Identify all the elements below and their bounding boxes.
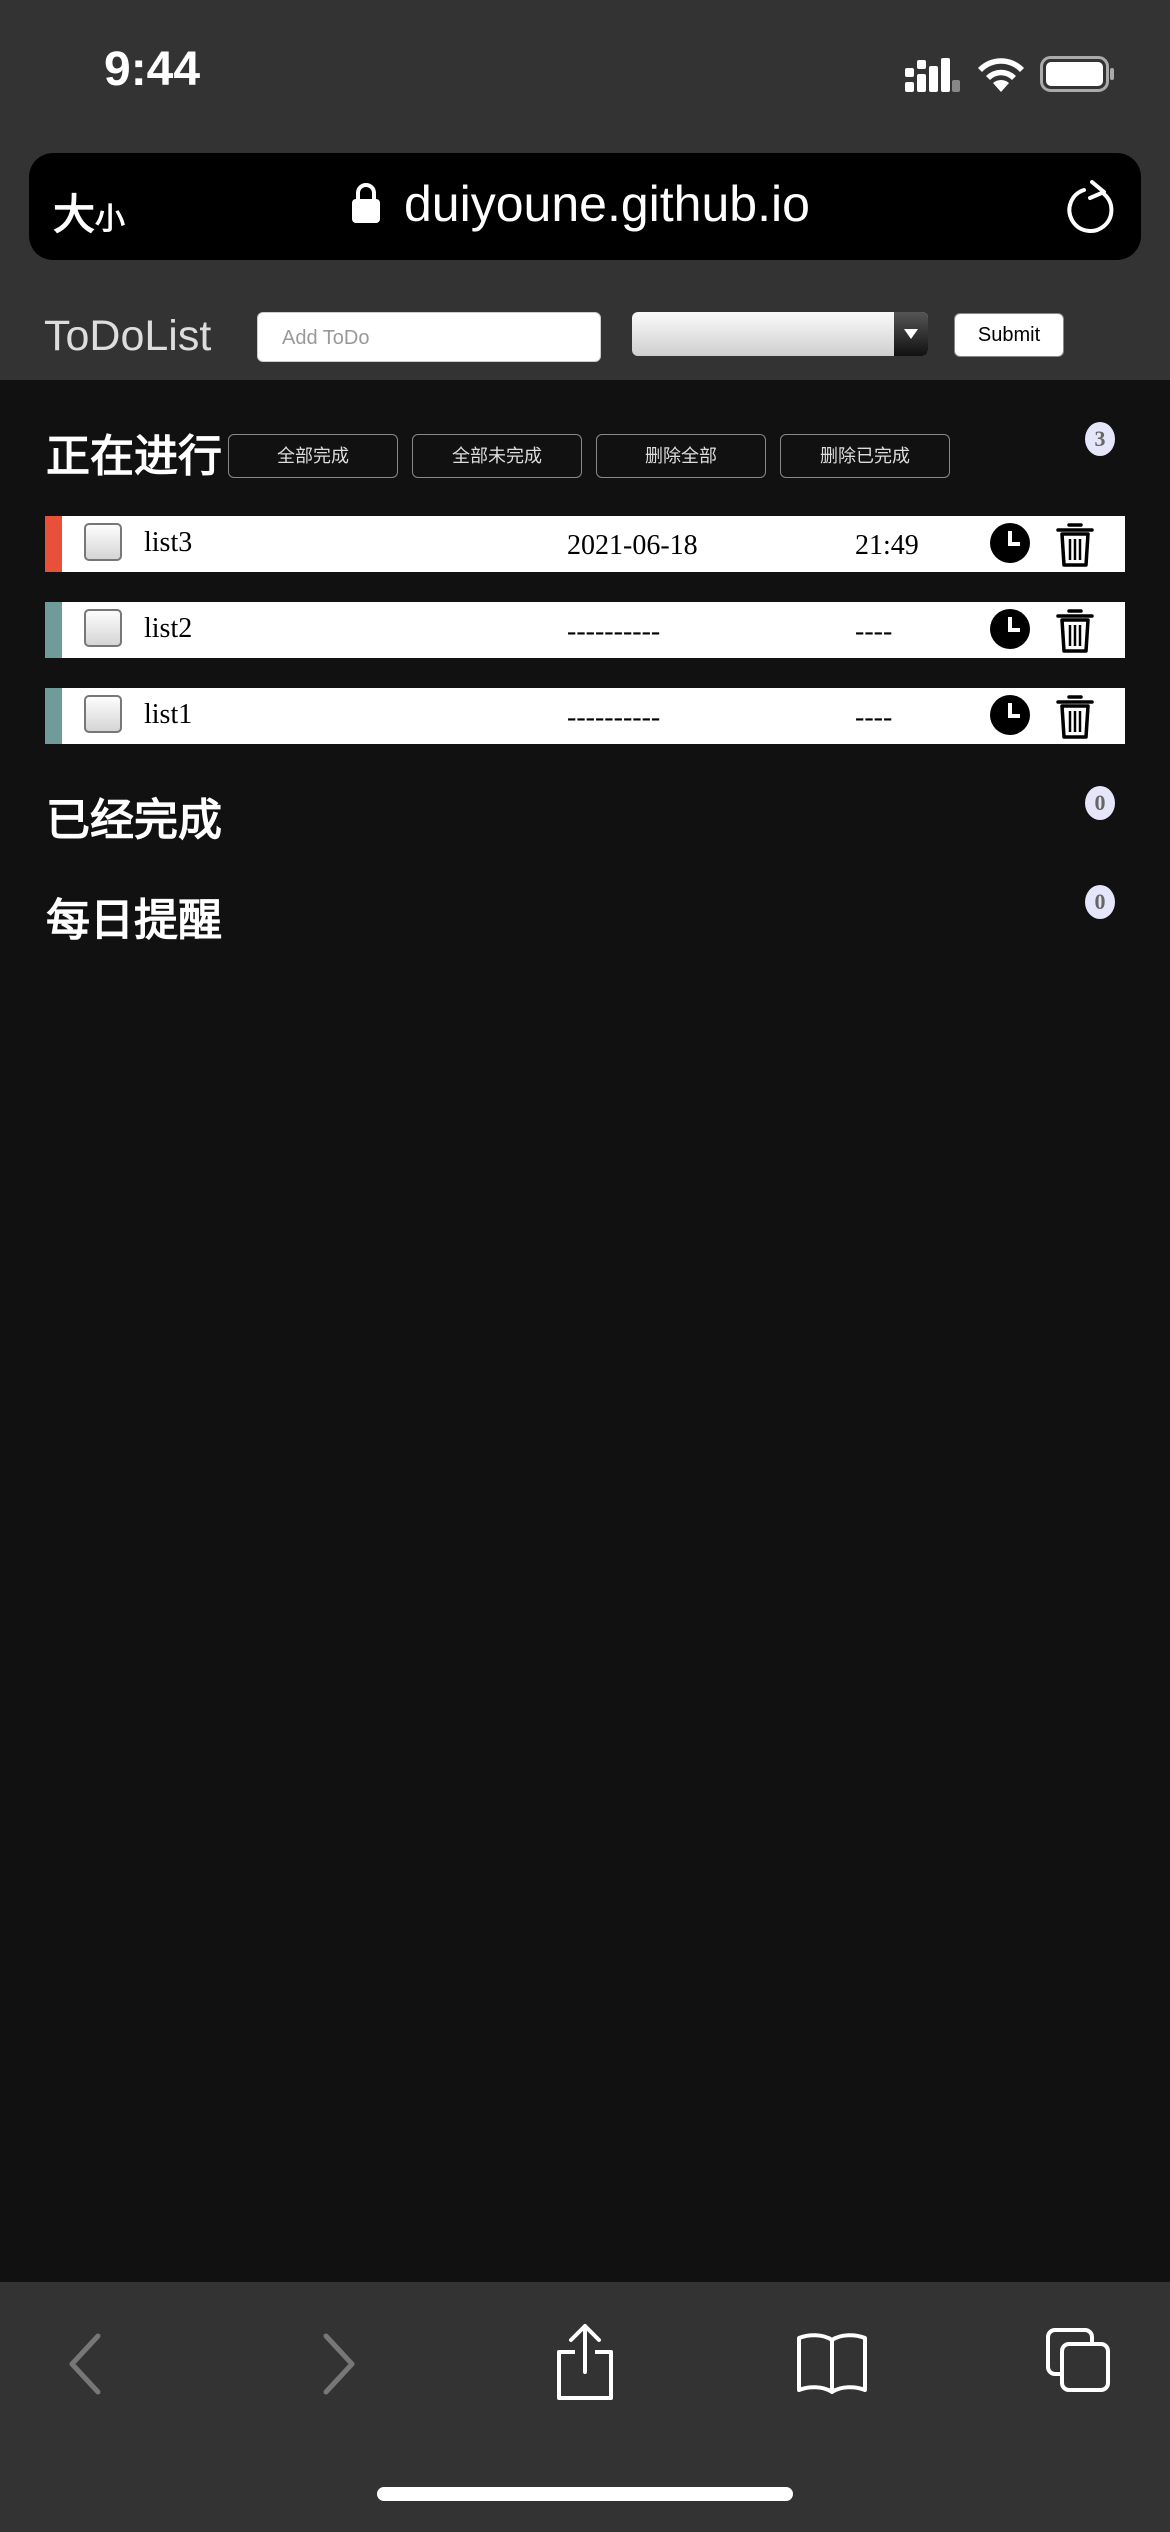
todo-row: list3 2021-06-18 21:49 bbox=[45, 516, 1125, 572]
text-size-large-glyph: 大 bbox=[53, 190, 96, 239]
trash-icon[interactable] bbox=[1055, 692, 1095, 740]
clock-icon[interactable] bbox=[989, 608, 1031, 650]
todo-date: ---------- bbox=[567, 702, 661, 733]
clock-icon[interactable] bbox=[989, 522, 1031, 564]
lock-icon bbox=[352, 183, 380, 223]
cellular-signal-icon bbox=[905, 58, 960, 92]
completed-title: 已经完成 bbox=[46, 795, 222, 846]
priority-stripe bbox=[45, 688, 62, 744]
status-time: 9:44 bbox=[104, 43, 201, 96]
in-progress-title: 正在进行 bbox=[46, 431, 222, 482]
text-size-small-glyph: 小 bbox=[95, 202, 126, 237]
share-icon[interactable] bbox=[553, 2322, 617, 2402]
todo-checkbox[interactable] bbox=[84, 609, 122, 647]
battery-icon bbox=[1040, 56, 1114, 92]
app-header: ToDoList Add ToDo Submit bbox=[0, 290, 1170, 380]
url-text[interactable]: duiyoune.github.io bbox=[404, 175, 810, 233]
tabs-icon[interactable] bbox=[1044, 2326, 1112, 2394]
delete-completed-button[interactable]: 删除已完成 bbox=[780, 434, 950, 478]
text-size-button[interactable]: 大小 bbox=[53, 181, 125, 242]
trash-icon[interactable] bbox=[1055, 606, 1095, 654]
add-todo-input[interactable]: Add ToDo bbox=[257, 312, 601, 362]
app-title: ToDoList bbox=[44, 312, 212, 360]
priority-stripe bbox=[45, 516, 62, 572]
daily-reminder-title: 每日提醒 bbox=[46, 895, 222, 946]
todo-checkbox[interactable] bbox=[84, 695, 122, 733]
priority-stripe bbox=[45, 602, 62, 658]
todo-time: ---- bbox=[855, 702, 893, 733]
status-bar: 9:44 bbox=[0, 0, 1170, 150]
todo-date: 2021-06-18 bbox=[567, 530, 698, 561]
back-icon[interactable] bbox=[66, 2332, 106, 2396]
submit-button[interactable]: Submit bbox=[954, 313, 1064, 357]
todo-row: list2 ---------- ---- bbox=[45, 602, 1125, 658]
daily-count-badge: 0 bbox=[1085, 885, 1115, 919]
todo-row: list1 ---------- ---- bbox=[45, 688, 1125, 744]
reminder-select[interactable] bbox=[632, 312, 928, 356]
reload-icon[interactable] bbox=[1064, 178, 1118, 236]
bookmarks-icon[interactable] bbox=[795, 2330, 869, 2394]
wifi-icon bbox=[978, 58, 1024, 92]
todo-time: 21:49 bbox=[855, 530, 919, 561]
completed-count-badge: 0 bbox=[1085, 786, 1115, 820]
forward-icon[interactable] bbox=[318, 2332, 358, 2396]
todo-time: ---- bbox=[855, 616, 893, 647]
todo-name[interactable]: list3 bbox=[144, 527, 192, 559]
delete-all-button[interactable]: 删除全部 bbox=[596, 434, 766, 478]
complete-all-button[interactable]: 全部完成 bbox=[228, 434, 398, 478]
todo-date: ---------- bbox=[567, 616, 661, 647]
clock-icon[interactable] bbox=[989, 694, 1031, 736]
todo-checkbox[interactable] bbox=[84, 523, 122, 561]
address-bar[interactable]: 大小 duiyoune.github.io bbox=[29, 153, 1141, 260]
uncomplete-all-button[interactable]: 全部未完成 bbox=[412, 434, 582, 478]
todo-name[interactable]: list1 bbox=[144, 699, 192, 731]
trash-icon[interactable] bbox=[1055, 520, 1095, 568]
browser-address-area: 大小 duiyoune.github.io bbox=[0, 150, 1170, 290]
chevron-down-icon bbox=[894, 312, 928, 356]
todo-name[interactable]: list2 bbox=[144, 613, 192, 645]
in-progress-count-badge: 3 bbox=[1085, 422, 1115, 456]
home-indicator[interactable] bbox=[377, 2487, 793, 2501]
